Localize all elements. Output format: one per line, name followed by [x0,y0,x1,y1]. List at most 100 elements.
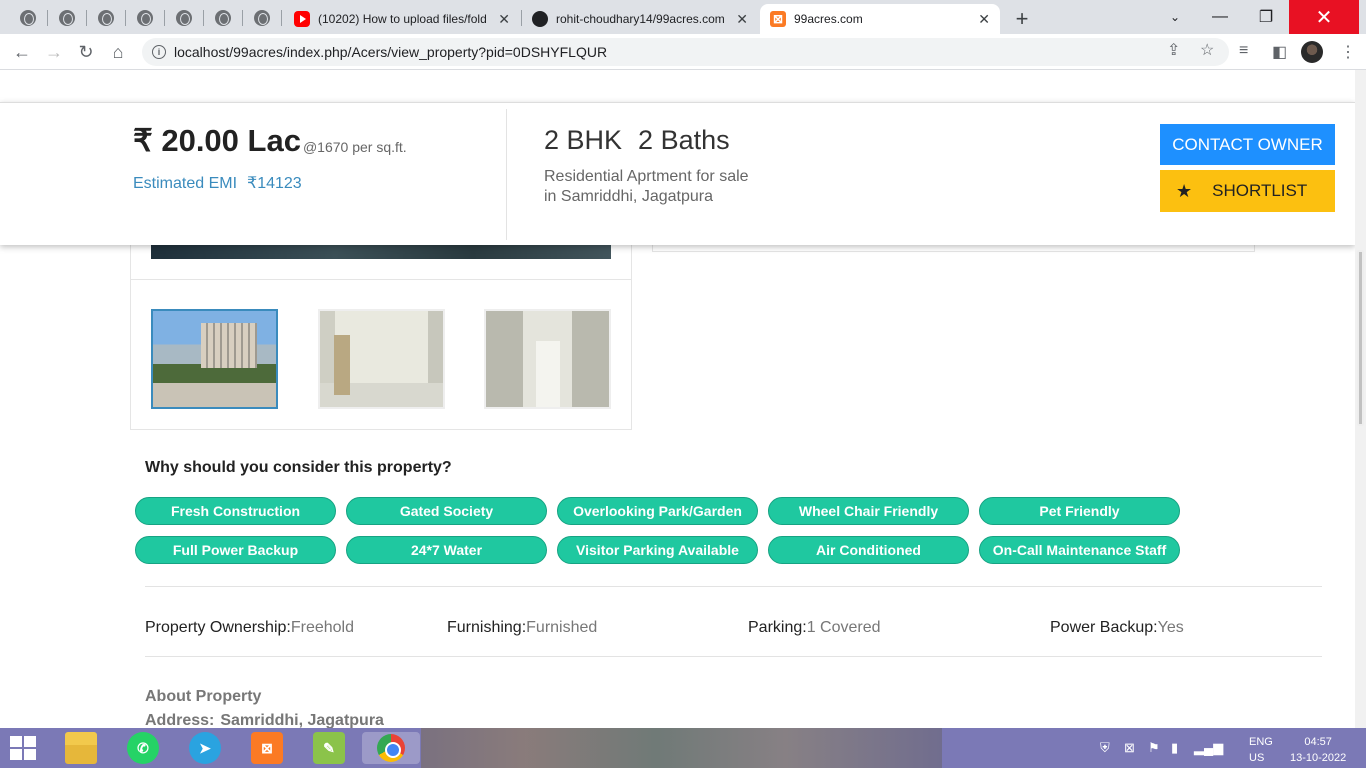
attr-label: Parking: [748,619,807,636]
feature-pill: Visitor Parking Available [557,536,758,564]
notepad-icon[interactable]: ✎ [313,732,345,764]
tab-title: 99acres.com [794,12,863,26]
whatsapp-icon[interactable]: ✆ [127,732,159,764]
tab-youtube[interactable]: (10202) How to upload files/fold ✕ [284,4,520,34]
battery-tray-icon[interactable]: ▮ [1171,740,1178,756]
star-icon: ★ [1176,180,1193,201]
browser-tab-strip: (10202) How to upload files/fold ✕ rohit… [0,0,1366,34]
tab-title: (10202) How to upload files/fold [318,12,487,26]
feature-pill: Fresh Construction [135,497,336,525]
tab-favicon-globe-icon[interactable] [246,6,278,30]
clock-time: 04:57 [1304,736,1332,748]
close-icon[interactable]: ✕ [728,11,748,28]
chrome-icon [377,734,405,762]
thumbnail-hallway[interactable] [484,309,611,409]
features-heading: Why should you consider this property? [145,459,452,476]
tab-search-chevron-icon[interactable]: ⌄ [1152,0,1198,34]
telegram-icon[interactable]: ➤ [189,732,221,764]
tab-github[interactable]: rohit-choudhary14/99acres.com ✕ [522,4,758,34]
emi-link[interactable]: Estimated EMI ₹14123 [133,173,302,193]
file-explorer-icon[interactable] [65,732,97,764]
address-bar[interactable]: i localhost/99acres/index.php/Acers/view… [142,38,1229,66]
thumbnail-room[interactable] [318,309,445,409]
attr-value: Yes [1157,619,1184,636]
feature-pill: Air Conditioned [768,536,969,564]
price-rate: @1670 per sq.ft. [302,139,407,155]
xampp-tray-icon[interactable]: ⊠ [1124,740,1135,756]
back-arrow-icon[interactable]: ← [10,40,34,64]
property-type-line: Residential Aprtment for sale [544,168,749,185]
attr-power-backup: Power Backup:Yes [1050,619,1184,637]
bhk-count: 2 BHK [544,125,623,155]
xampp-icon: ⊠ [770,11,786,27]
minimize-button[interactable]: — [1197,0,1243,34]
tab-title: rohit-choudhary14/99acres.com [556,12,725,26]
volume-tray-icon[interactable]: 🔈︎ [1218,740,1226,756]
bookmark-star-icon[interactable]: ☆ [1200,40,1214,60]
site-info-icon[interactable]: i [152,45,166,59]
tab-favicon-globe-icon[interactable] [207,6,239,30]
clock-date: 13-10-2022 [1290,752,1347,764]
profile-avatar[interactable] [1301,41,1323,63]
reload-icon[interactable]: ↻ [74,40,98,64]
window-close-button[interactable]: ✕ [1289,0,1359,34]
attr-furnishing: Furnishing:Furnished [447,619,597,637]
feature-pill: Gated Society [346,497,547,525]
gallery-divider [131,279,631,280]
windows-taskbar: ✆ ➤ ⊠ ✎ ⛨ ⊠ ⚑ ▮ ▂▄▆ 🔈︎ ENG US 04:57 13-1… [0,728,1366,768]
forward-arrow-icon[interactable]: → [42,40,66,64]
vertical-divider [506,109,507,240]
price-amount: ₹ 20.00 Lac [133,123,301,158]
close-icon[interactable]: ✕ [490,11,510,28]
tab-favicon-globe-icon[interactable] [51,6,83,30]
attr-label: Furnishing: [447,619,527,636]
close-icon[interactable]: ✕ [970,11,990,28]
menu-kebab-icon[interactable]: ⋮ [1340,42,1356,62]
thumbnail-exterior[interactable] [151,309,278,409]
divider [145,656,1322,657]
property-location-line: in Samriddhi, Jagatpura [544,188,713,205]
xampp-taskbar-icon[interactable]: ⊠ [251,732,283,764]
tab-separator [47,10,48,26]
flag-tray-icon[interactable]: ⚑ [1148,740,1160,756]
share-icon[interactable]: ⇪ [1167,40,1180,60]
property-summary-bar: ₹ 20.00 Lac @1670 per sq.ft. Estimated E… [0,102,1355,245]
tab-favicon-globe-icon[interactable] [12,6,44,30]
url-text[interactable]: localhost/99acres/index.php/Acers/view_p… [174,44,607,60]
restore-button[interactable]: ❐ [1243,0,1289,34]
tab-99acres[interactable]: ⊠ 99acres.com ✕ [760,4,1000,34]
scrollbar-thumb[interactable] [1357,250,1364,426]
tab-separator [164,10,165,26]
tab-separator [281,10,282,26]
tab-separator [86,10,87,26]
security-tray-icon[interactable]: ⛨ [1100,740,1110,756]
home-icon[interactable]: ⌂ [106,40,130,64]
new-tab-button[interactable]: + [1010,6,1034,32]
reading-list-icon[interactable]: ≡ [1239,42,1248,60]
divider [145,586,1322,587]
browser-toolbar: ← → ↻ ⌂ i localhost/99acres/index.php/Ac… [0,34,1366,70]
shortlist-label: SHORTLIST [1212,181,1308,200]
chrome-taskbar-button[interactable] [362,732,420,764]
system-clock[interactable]: 04:57 13-10-2022 [1290,734,1346,766]
page-scrollbar[interactable] [1355,70,1366,728]
attr-label: Property Ownership: [145,619,291,636]
windows-start-icon[interactable] [10,736,38,760]
side-panel-icon[interactable]: ◧ [1272,42,1287,62]
address-value: Samriddhi, Jagatpura [220,712,384,728]
tab-separator [242,10,243,26]
emi-value: ₹14123 [247,175,302,192]
shortlist-button[interactable]: ★ SHORTLIST [1160,170,1335,212]
feature-pill: Pet Friendly [979,497,1180,525]
language-indicator[interactable]: ENG US [1249,734,1273,766]
feature-pill: Overlooking Park/Garden [557,497,758,525]
tab-favicon-globe-icon[interactable] [129,6,161,30]
taskbar-wallpaper [421,728,942,768]
tab-favicon-globe-icon[interactable] [168,6,200,30]
tab-favicon-globe-icon[interactable] [90,6,122,30]
config-heading: 2 BHK 2 Baths [544,125,730,156]
contact-owner-button[interactable]: CONTACT OWNER [1160,124,1335,165]
about-heading: About Property [145,688,262,705]
feature-pill: 24*7 Water [346,536,547,564]
price-block: ₹ 20.00 Lac @1670 per sq.ft. [133,123,407,159]
